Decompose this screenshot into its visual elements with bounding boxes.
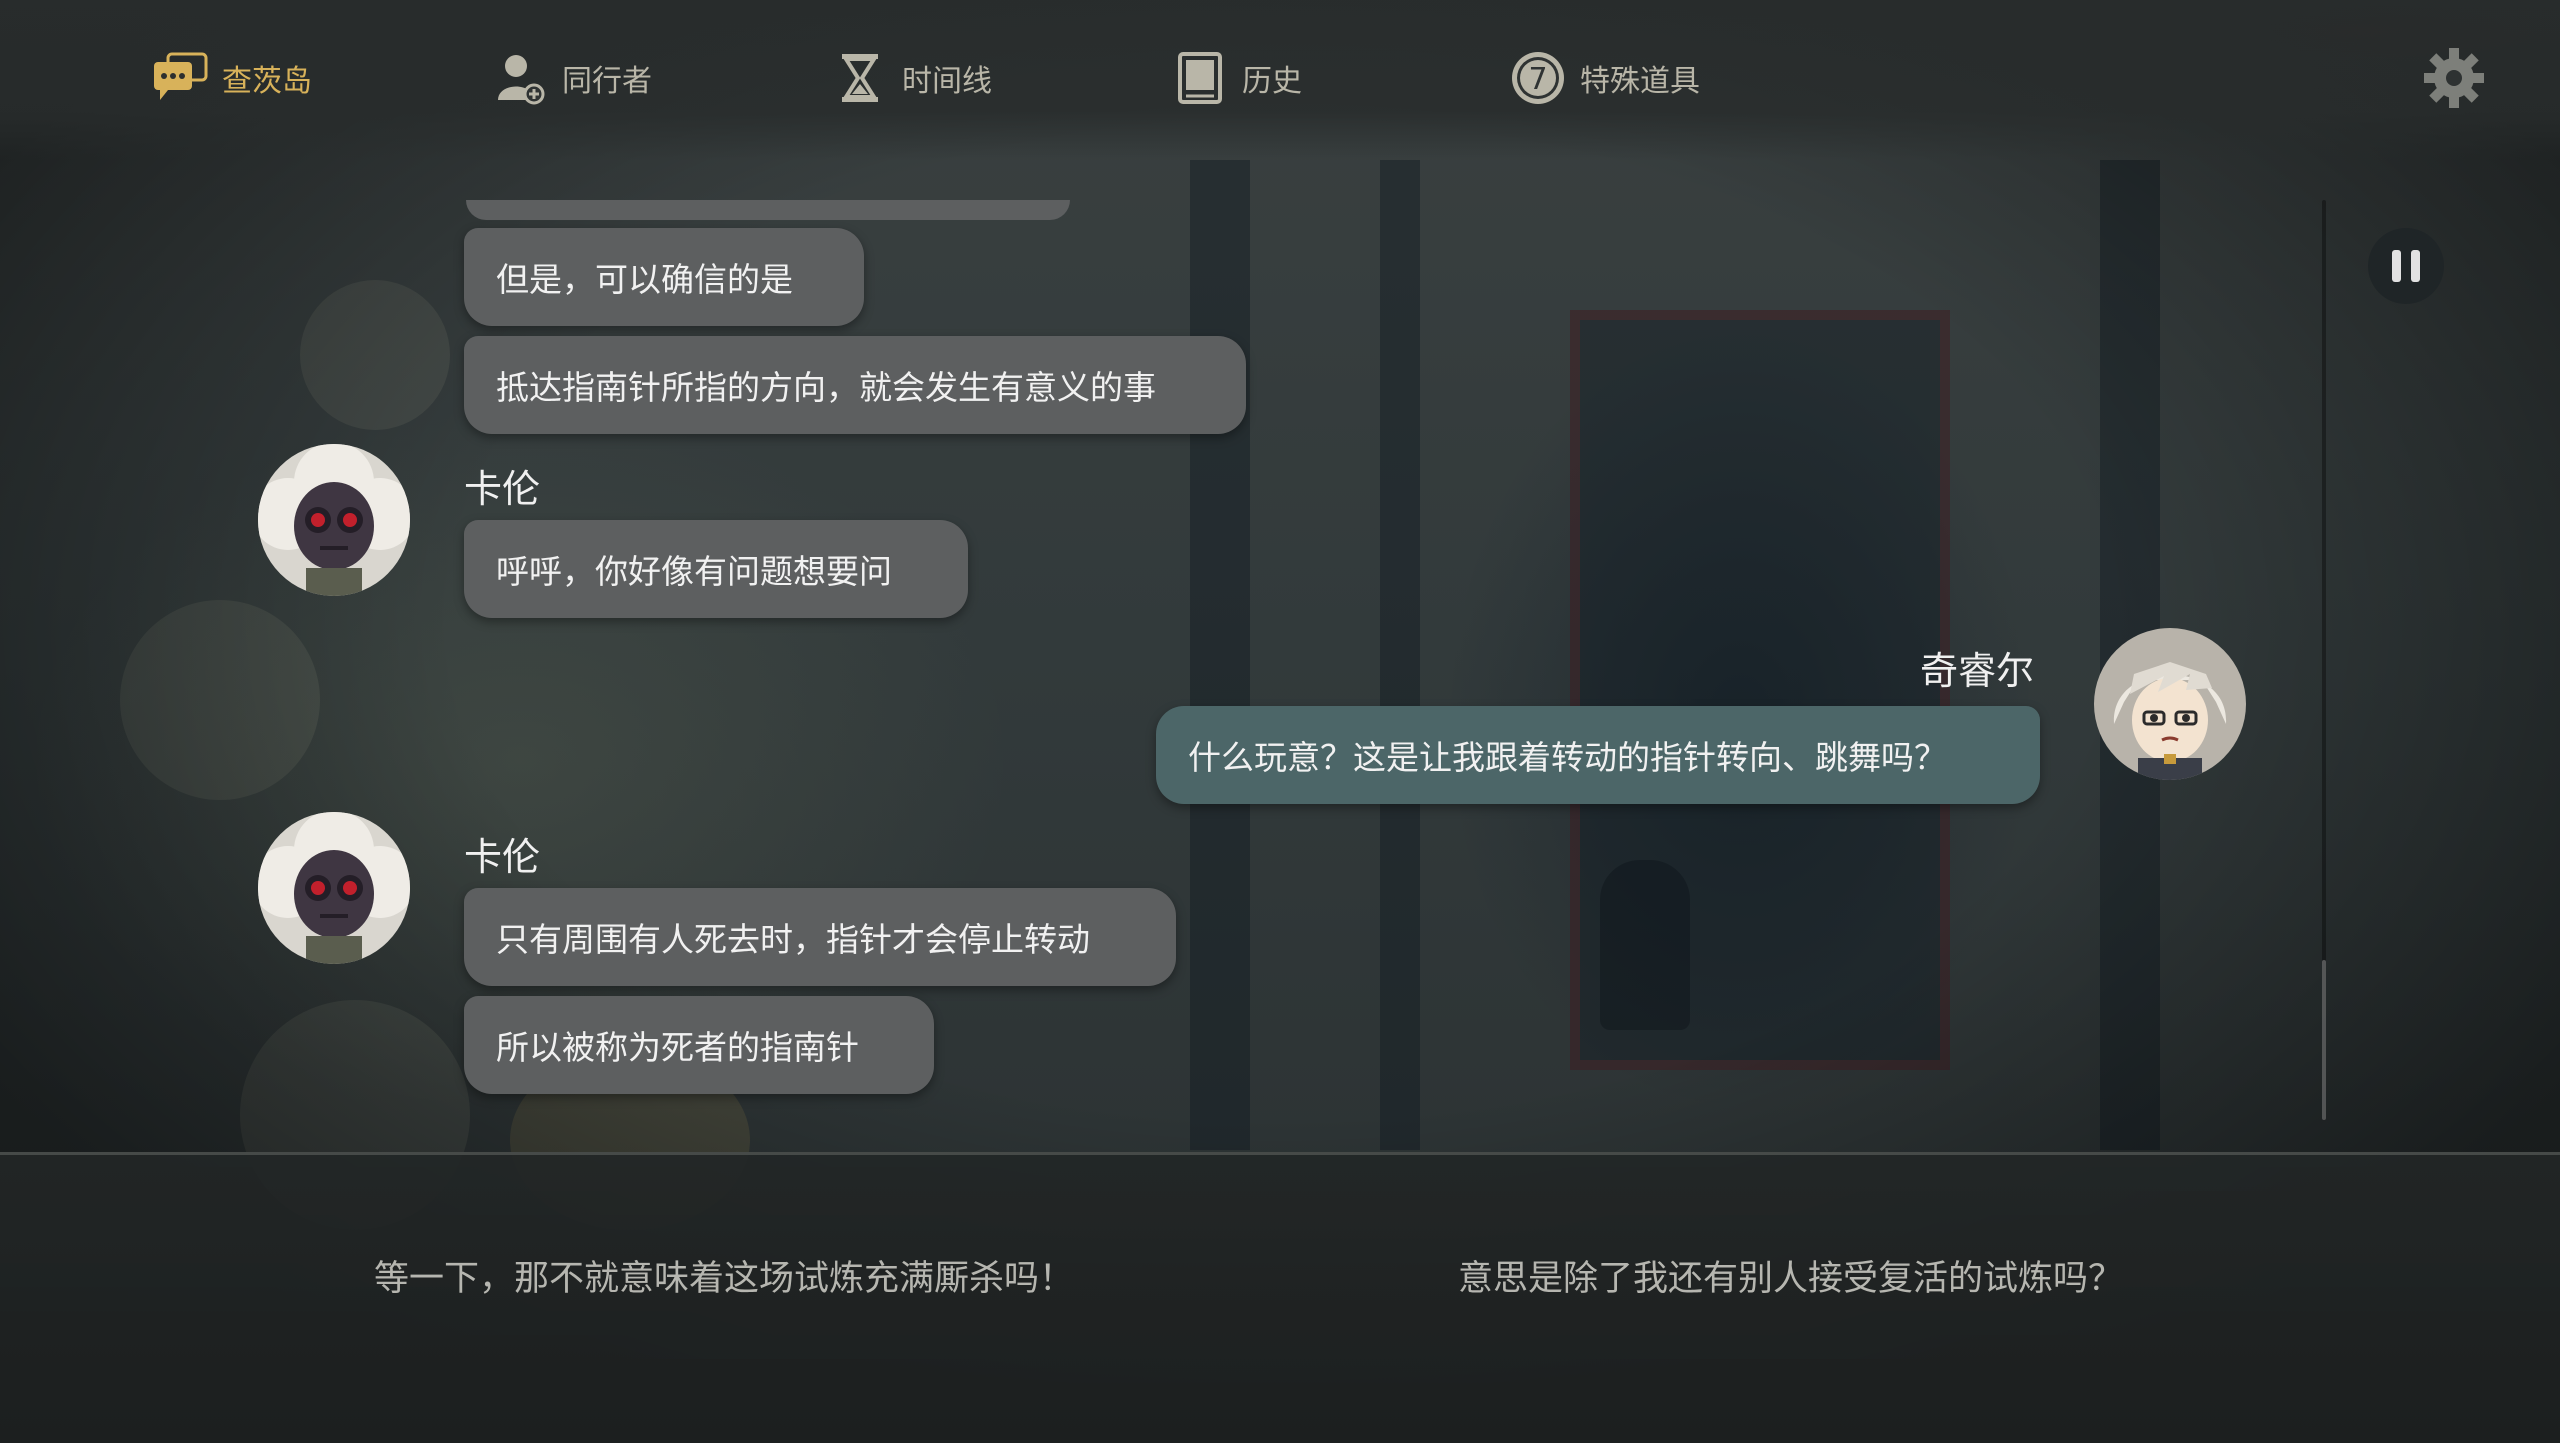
- tab-label: 时间线: [902, 64, 992, 99]
- message-text: 呼呼，你好像有问题想要问: [496, 552, 892, 591]
- gear-icon[interactable]: [2418, 42, 2490, 114]
- message-bubble: 但是，可以确信的是: [464, 228, 864, 326]
- message-bubble: 抵达指南针所指的方向，就会发生有意义的事: [464, 336, 1246, 434]
- pause-button[interactable]: [2368, 228, 2444, 304]
- tab-special-items[interactable]: 7 特殊道具: [1508, 40, 1700, 116]
- item-badge-number: 7: [1528, 62, 1547, 97]
- speaker-name: 卡伦: [464, 467, 541, 511]
- top-navigation-bar: 查茨岛 同行者 时间线 历史 7 特殊道具: [0, 0, 2560, 160]
- tab-timeline[interactable]: 时间线: [830, 40, 992, 116]
- message-text: 只有周围有人死去时，指针才会停止转动: [496, 920, 1090, 959]
- karen-avatar: [258, 444, 410, 596]
- speaker-name: 奇睿尔: [1920, 649, 2035, 693]
- dialogue-choice-2[interactable]: 意思是除了我还有别人接受复活的试炼吗？: [1458, 1250, 2123, 1301]
- hourglass-icon: [842, 54, 878, 102]
- tab-label: 历史: [1242, 64, 1302, 99]
- message-text: 所以被称为死者的指南针: [496, 1028, 859, 1067]
- tab-companions[interactable]: 同行者: [490, 40, 652, 116]
- karen-avatar: [258, 812, 410, 964]
- tab-label: 同行者: [562, 64, 652, 99]
- companion-icon: [498, 55, 545, 105]
- previous-message-bubble-edge: [466, 200, 1070, 220]
- message-bubble: 只有周围有人死去时，指针才会停止转动: [464, 888, 1176, 986]
- item-7-icon: 7: [1512, 52, 1564, 104]
- chat-scrollbar-thumb[interactable]: [2322, 960, 2326, 1120]
- tab-label: 特殊道具: [1580, 64, 1700, 99]
- message-text: 抵达指南针所指的方向，就会发生有意义的事: [496, 368, 1156, 407]
- chat-bubbles-icon: [154, 52, 208, 100]
- message-text: 什么玩意？这是让我跟着转动的指针转向、跳舞吗？: [1188, 738, 1947, 777]
- tab-history[interactable]: 历史: [1170, 40, 1302, 116]
- qiruier-avatar: [2094, 628, 2246, 780]
- tab-label: 查茨岛: [222, 64, 312, 99]
- dialogue-choice-1[interactable]: 等一下，那不就意味着这场试炼充满厮杀吗！: [374, 1250, 1074, 1301]
- book-icon: [1178, 52, 1222, 104]
- speaker-name: 卡伦: [464, 835, 541, 879]
- message-bubble: 呼呼，你好像有问题想要问: [464, 520, 968, 618]
- pause-icon: [2387, 250, 2425, 282]
- message-bubble: 所以被称为死者的指南针: [464, 996, 934, 1094]
- message-text: 但是，可以确信的是: [496, 260, 793, 299]
- tab-chat-island[interactable]: 查茨岛: [150, 40, 312, 116]
- player-message-bubble: 什么玩意？这是让我跟着转动的指针转向、跳舞吗？: [1156, 706, 2040, 804]
